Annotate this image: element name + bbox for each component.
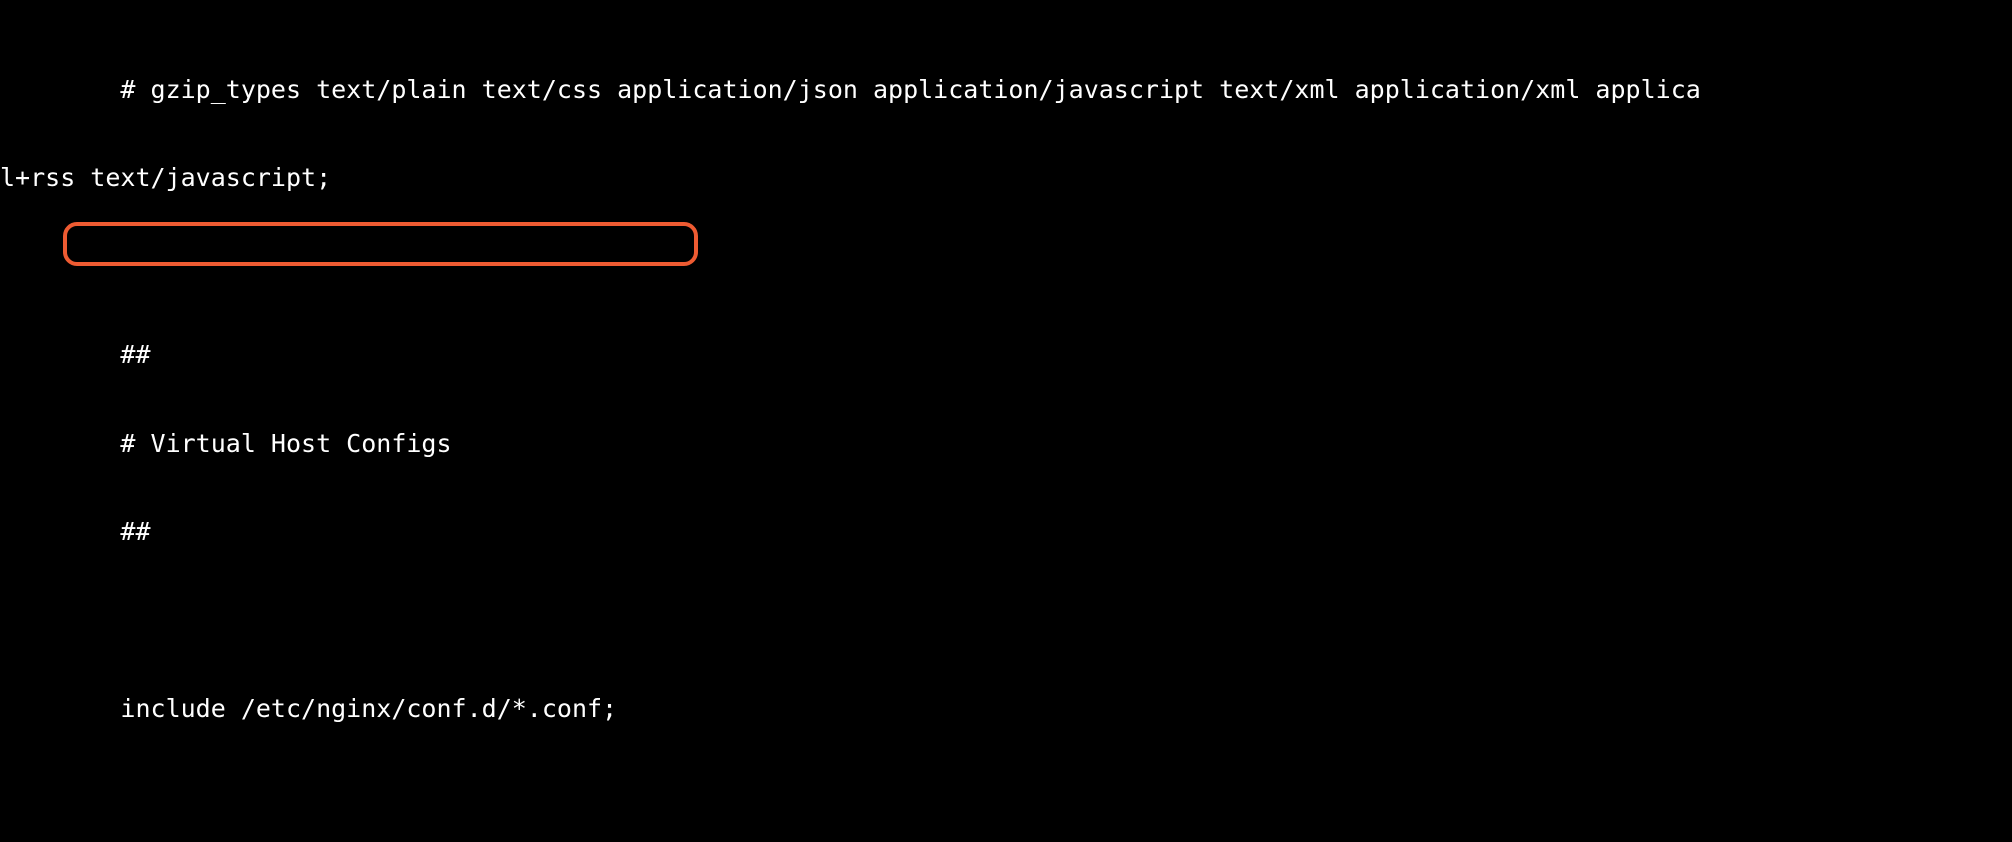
code-line <box>0 252 2012 282</box>
code-line: ## <box>0 340 2012 370</box>
code-line: # Virtual Host Configs <box>0 429 2012 459</box>
code-line-highlighted: include /etc/nginx/sites-enabled/*; <box>0 812 2012 842</box>
code-line <box>0 606 2012 636</box>
code-line: ## <box>0 517 2012 547</box>
terminal-editor[interactable]: # gzip_types text/plain text/css applica… <box>0 0 2012 842</box>
code-line: l+rss text/javascript; <box>0 163 2012 193</box>
code-line: # gzip_types text/plain text/css applica… <box>0 75 2012 105</box>
code-line: include /etc/nginx/conf.d/*.conf; <box>0 694 2012 724</box>
